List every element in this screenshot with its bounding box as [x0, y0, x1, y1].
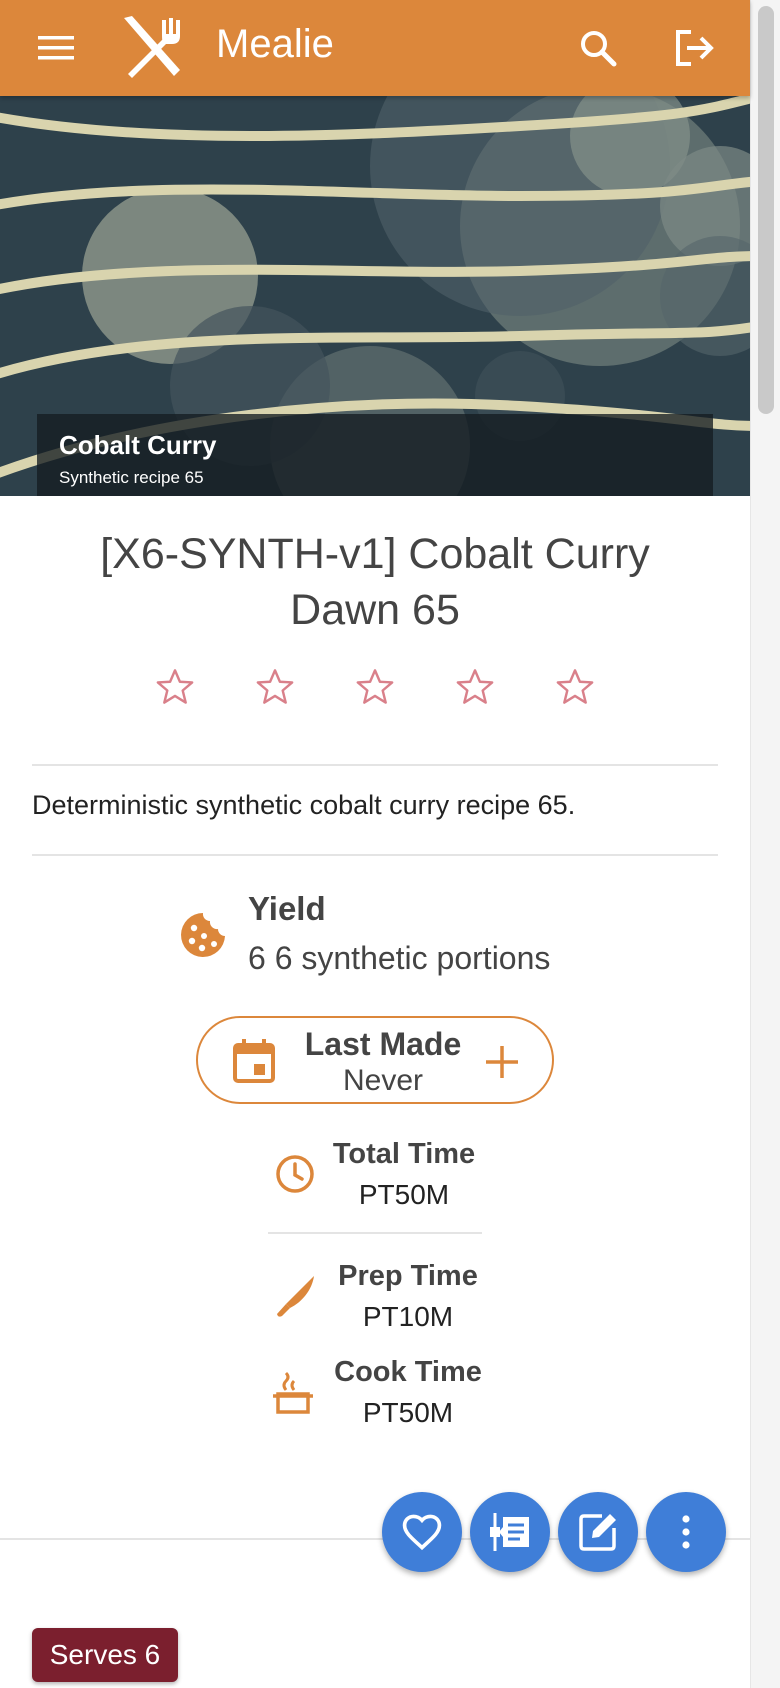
last-made-chip[interactable]: Last Made Never	[196, 1016, 554, 1104]
menu-icon	[38, 36, 74, 60]
prep-time-value: PT10M	[362, 1301, 454, 1332]
total-time: Total Time PT50M	[324, 1138, 484, 1211]
divider	[268, 1232, 482, 1234]
star-outline-icon	[556, 669, 594, 704]
hero-caption-subtitle: Synthetic recipe 65	[59, 468, 204, 487]
star-outline-icon	[356, 669, 394, 704]
app-brand[interactable]: Mealie	[216, 22, 334, 67]
hero-caption: Cobalt Curry Synthetic recipe 65	[37, 414, 713, 496]
edit-button[interactable]	[558, 1492, 638, 1572]
last-made-label: Last Made	[304, 1026, 462, 1062]
total-time-value: PT50M	[358, 1179, 450, 1210]
scrollbar-thumb[interactable]	[758, 6, 774, 414]
star-outline-icon	[456, 669, 494, 704]
cook-time-label: Cook Time	[334, 1356, 482, 1388]
divider	[32, 764, 718, 766]
clock-icon	[276, 1155, 314, 1193]
pot-steam-icon	[273, 1371, 313, 1414]
cook-time: Cook Time PT50M	[328, 1356, 488, 1429]
star-outline-icon	[256, 669, 294, 704]
menu-button[interactable]	[30, 26, 82, 70]
pencil-box-icon	[579, 1514, 616, 1551]
plus-icon[interactable]	[482, 1042, 522, 1082]
logout-button[interactable]	[668, 24, 720, 72]
serves-badge[interactable]: Serves 6	[32, 1628, 178, 1682]
heart-outline-icon	[402, 1514, 442, 1551]
prep-time-label: Prep Time	[338, 1260, 478, 1292]
rating-stars[interactable]	[150, 662, 600, 712]
timeline-button[interactable]	[470, 1492, 550, 1572]
search-icon	[581, 31, 617, 67]
fork-knife-logo-icon[interactable]	[118, 14, 188, 80]
favorite-button[interactable]	[382, 1492, 462, 1572]
star-1[interactable]	[150, 662, 200, 712]
cookie-icon	[181, 913, 225, 957]
dots-vertical-icon	[682, 1515, 690, 1549]
recipe-hero-image: Cobalt Curry Synthetic recipe 65	[0, 96, 750, 496]
knife-icon	[277, 1276, 314, 1317]
star-4[interactable]	[450, 662, 500, 712]
total-time-label: Total Time	[332, 1138, 476, 1170]
app-bar: Mealie	[0, 0, 750, 96]
divider	[32, 854, 718, 856]
star-outline-icon	[156, 669, 194, 704]
yield-label: Yield	[248, 890, 326, 927]
logout-icon	[676, 30, 714, 66]
more-button[interactable]	[646, 1492, 726, 1572]
timeline-text-icon	[490, 1513, 529, 1551]
search-button[interactable]	[572, 24, 624, 72]
prep-time: Prep Time PT10M	[328, 1260, 488, 1333]
hero-caption-title: Cobalt Curry	[59, 430, 217, 460]
star-3[interactable]	[350, 662, 400, 712]
yield-value: 6 6 synthetic portions	[248, 940, 551, 976]
star-5[interactable]	[550, 662, 600, 712]
star-2[interactable]	[250, 662, 300, 712]
last-made-value: Never	[342, 1064, 424, 1097]
recipe-title: [X6-SYNTH-v1] Cobalt Curry Dawn 65	[100, 530, 650, 634]
cook-time-value: PT50M	[362, 1397, 454, 1428]
recipe-description: Deterministic synthetic cobalt curry rec…	[32, 790, 576, 820]
